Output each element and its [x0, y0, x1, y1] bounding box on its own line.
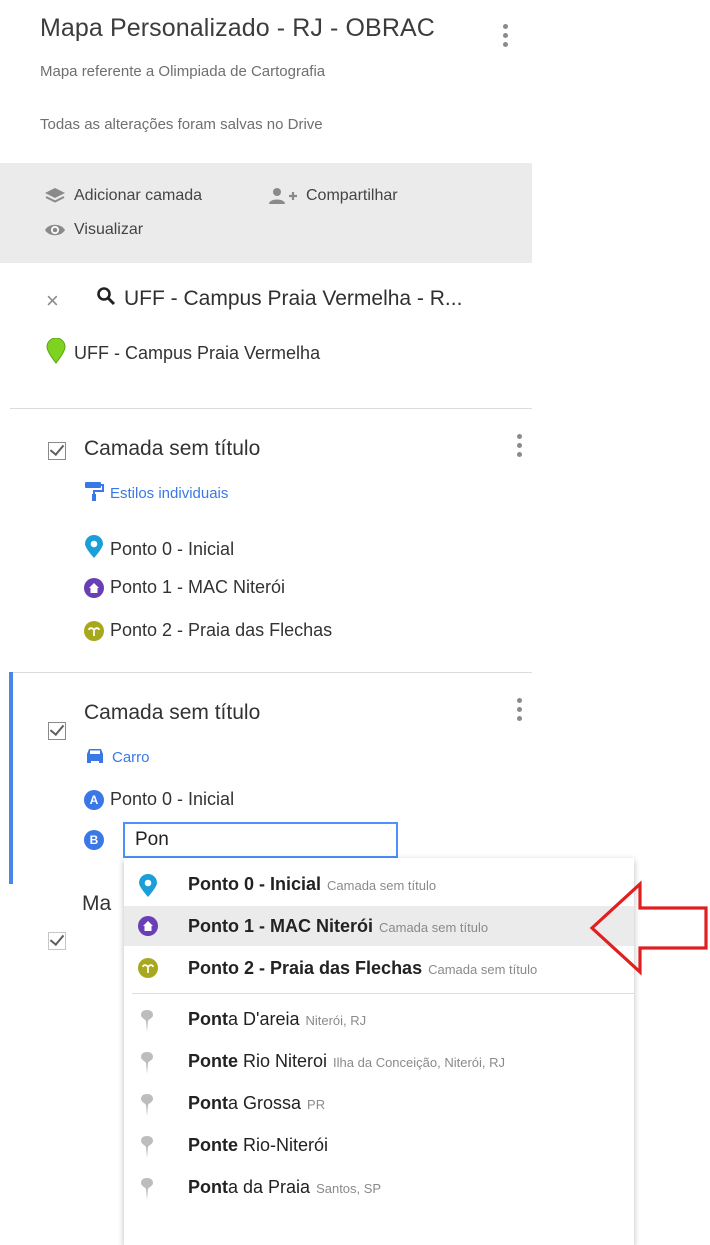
red-arrow-annotation-icon: [588, 880, 710, 981]
suggestion-item[interactable]: Ponta da Praia Santos, SP: [124, 1167, 634, 1207]
suggestion-secondary: Camada sem título: [428, 961, 538, 977]
layer1-checkbox[interactable]: [48, 442, 66, 460]
gray-pin-icon: [140, 1009, 154, 1038]
gray-pin-icon: [140, 1093, 154, 1122]
suggestion-item[interactable]: Ponto 0 - Inicial Camada sem título: [124, 864, 634, 904]
preview-label: Visualizar: [74, 221, 144, 238]
layer2-title[interactable]: Camada sem título: [84, 701, 260, 725]
layer1-item-2-label: Ponto 2 - Praia das Flechas: [110, 620, 333, 640]
purple-house-icon: [138, 916, 158, 936]
gray-pin-icon: [140, 1051, 154, 1080]
suggestion-match: Ponte: [188, 1050, 239, 1071]
suggestion-match: Pont: [188, 1176, 228, 1197]
selected-layer-indicator: [9, 672, 13, 884]
destination-input[interactable]: [123, 822, 398, 858]
suggestion-match: Ponte: [188, 1134, 239, 1155]
travel-mode-link[interactable]: Carro: [84, 746, 150, 768]
save-status: Todas as alterações foram salvas no Driv…: [40, 116, 323, 133]
layer1-style-label: Estilos individuais: [110, 484, 229, 502]
suggestion-rest: a da Praia: [228, 1176, 311, 1197]
suggestion-rest: a D'areia: [228, 1008, 300, 1029]
suggestion-rest: Rio Niteroi: [238, 1050, 328, 1071]
share-button[interactable]: Compartilhar: [268, 187, 398, 205]
car-icon: [84, 746, 106, 768]
purple-house-icon: [84, 577, 104, 598]
blue-pin-icon: [138, 874, 158, 903]
add-layer-button[interactable]: Adicionar camada: [44, 187, 202, 205]
suggestion-secondary: Camada sem título: [327, 877, 437, 893]
layer2-options-kebab-icon[interactable]: [512, 698, 526, 721]
search-query-text: UFF - Campus Praia Vermelha - R...: [124, 287, 463, 310]
suggestion-secondary: Camada sem título: [379, 919, 489, 935]
add-layer-label: Adicionar camada: [74, 187, 203, 204]
marker-a-icon: A: [84, 789, 104, 810]
eye-icon: [44, 221, 66, 239]
divider: [10, 408, 532, 409]
suggestion-match: Ponto 2 - Praia das Flechas: [188, 957, 423, 978]
autocomplete-dropdown: Ponto 0 - Inicial Camada sem título Ponto…: [124, 858, 634, 1245]
base-map-label[interactable]: Ma: [82, 892, 111, 916]
suggestion-item[interactable]: Ponta D'areia Niterói, RJ: [124, 999, 634, 1039]
layer1-item-1[interactable]: Ponto 1 - MAC Niterói: [84, 577, 285, 598]
layer1-options-kebab-icon[interactable]: [512, 434, 526, 457]
suggestion-rest: a Grossa: [228, 1092, 302, 1113]
preview-button[interactable]: Visualizar: [44, 221, 143, 239]
layer2-checkbox[interactable]: [48, 722, 66, 740]
layers-icon: [44, 187, 66, 205]
layer1-style-link[interactable]: Estilos individuais: [84, 481, 228, 505]
route-origin-label: Ponto 0 - Inicial: [110, 789, 235, 809]
gray-pin-icon: [140, 1135, 154, 1164]
suggestion-item[interactable]: Ponta Grossa PR: [124, 1083, 634, 1123]
divider: [10, 672, 532, 673]
suggestion-match: Pont: [188, 1008, 228, 1029]
route-origin[interactable]: A Ponto 0 - Inicial: [84, 789, 234, 810]
paint-roller-icon: [84, 481, 104, 505]
suggestion-secondary: Ilha da Conceição, Niterói, RJ: [333, 1054, 506, 1070]
search-result-label: UFF - Campus Praia Vermelha: [74, 343, 321, 363]
map-editor-panel: Mapa Personalizado - RJ - OBRAC Mapa ref…: [0, 0, 532, 950]
suggestion-item[interactable]: Ponto 2 - Praia das Flechas Camada sem tí…: [124, 948, 634, 988]
divider: [132, 993, 634, 994]
suggestion-rest: Rio-Niterói: [238, 1134, 329, 1155]
gray-pin-icon: [140, 1177, 154, 1206]
suggestion-match: Ponto 1 - MAC Niterói: [188, 915, 373, 936]
suggestion-item[interactable]: Ponte Rio Niteroi Ilha da Conceição, Nite…: [124, 1041, 634, 1081]
layer1-title[interactable]: Camada sem título: [84, 437, 260, 461]
suggestion-item-highlighted[interactable]: Ponto 1 - MAC Niterói Camada sem título: [124, 906, 634, 946]
map-options-kebab-icon[interactable]: [498, 24, 512, 47]
map-description[interactable]: Mapa referente a Olimpiada de Cartografi…: [40, 63, 325, 80]
suggestion-secondary: Niterói, RJ: [305, 1012, 367, 1028]
base-map-toggle-icon[interactable]: [48, 932, 66, 950]
olive-palm-icon: [138, 958, 158, 978]
close-search-icon[interactable]: ×: [46, 288, 59, 314]
suggestion-item[interactable]: Ponte Rio-Niterói: [124, 1125, 634, 1165]
layer1-item-2[interactable]: Ponto 2 - Praia das Flechas: [84, 620, 332, 641]
layer1-item-0[interactable]: Ponto 0 - Inicial: [84, 535, 234, 564]
search-query[interactable]: UFF - Campus Praia Vermelha - R...: [96, 286, 462, 312]
suggestion-match: Ponto 0 - Inicial: [188, 873, 322, 894]
suggestion-secondary: Santos, SP: [316, 1180, 382, 1196]
green-pin-icon: [46, 337, 66, 369]
suggestion-secondary: PR: [307, 1096, 326, 1112]
search-result-item[interactable]: UFF - Campus Praia Vermelha: [46, 337, 321, 369]
olive-palm-icon: [84, 620, 104, 641]
marker-b-icon: B: [84, 830, 104, 850]
map-title[interactable]: Mapa Personalizado - RJ - OBRAC: [40, 14, 435, 43]
search-icon: [96, 286, 116, 312]
layer1-item-1-label: Ponto 1 - MAC Niterói: [110, 577, 286, 597]
suggestion-match: Pont: [188, 1092, 228, 1113]
share-label: Compartilhar: [306, 187, 398, 204]
blue-pin-icon: [84, 535, 104, 564]
add-person-icon: [268, 187, 298, 205]
travel-mode-label: Carro: [112, 748, 150, 766]
toolbar: Adicionar camada Compartilhar Visualizar: [0, 163, 532, 263]
layer1-item-0-label: Ponto 0 - Inicial: [110, 539, 235, 559]
